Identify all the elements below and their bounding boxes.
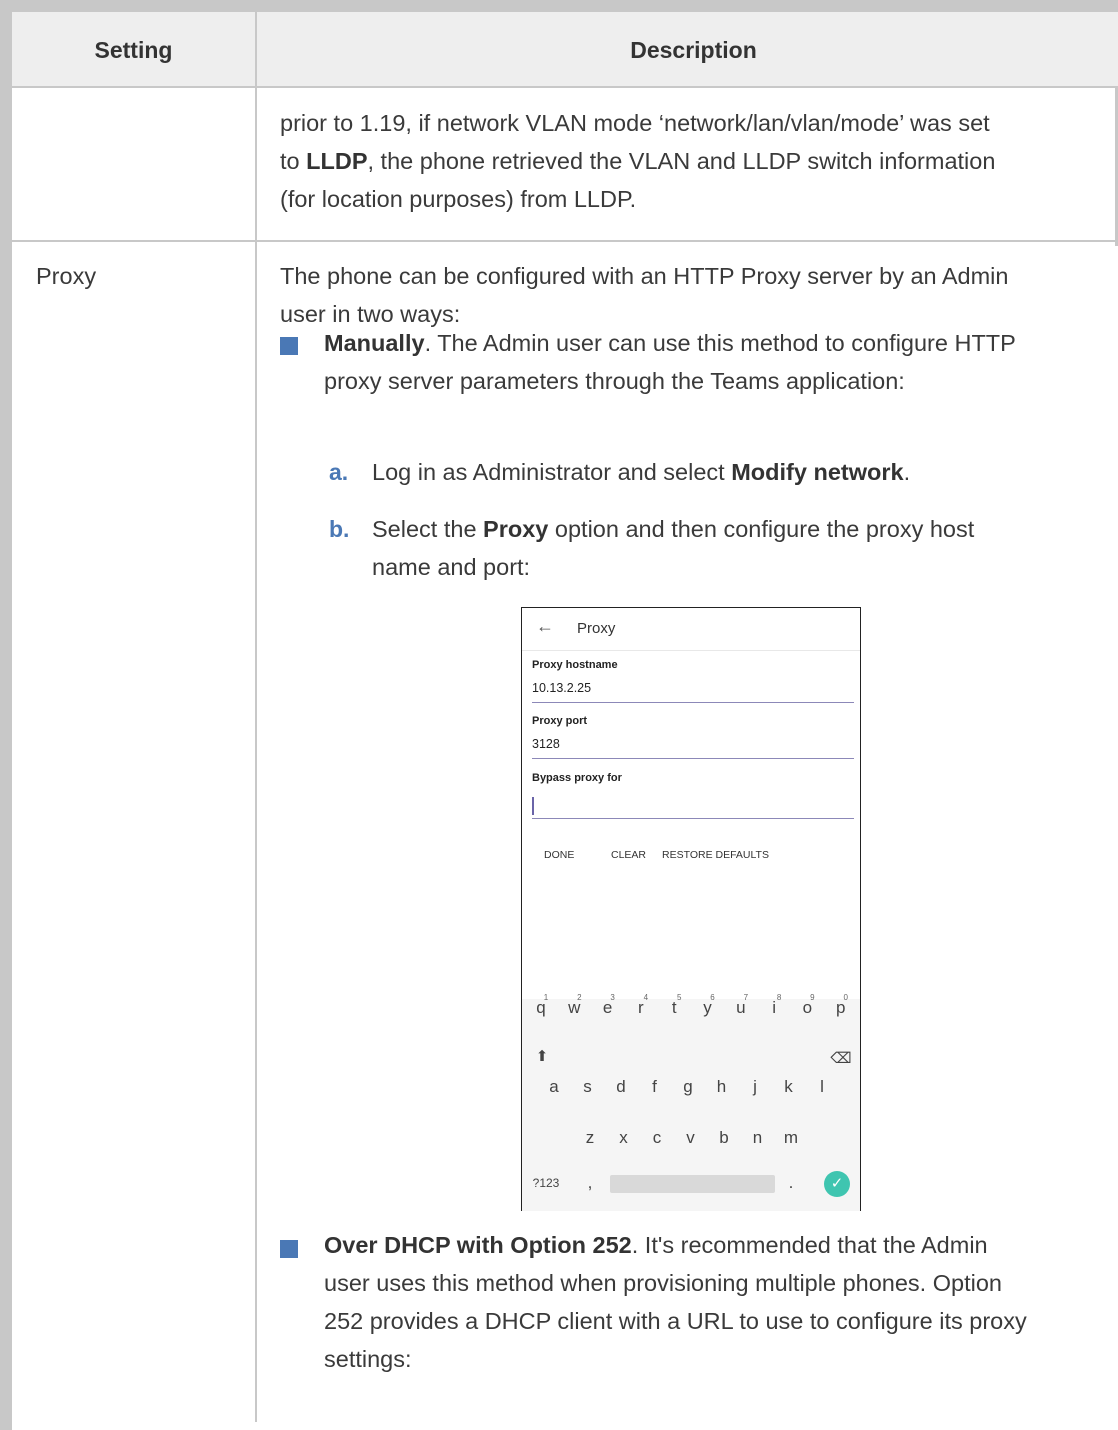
back-arrow-icon[interactable]: ← [536,616,554,637]
bullet-dhcp-line3: 252 provides a DHCP client with a URL to… [324,1308,1027,1334]
row1-line2: to LLDP, the phone retrieved the VLAN an… [280,148,996,174]
bullet-manually-line2: proxy server parameters through the Team… [324,368,905,394]
step-b-letter: b. [329,516,350,542]
key-k[interactable]: k [774,1077,804,1097]
key-z[interactable]: z [575,1128,605,1148]
key-d[interactable]: d [606,1077,636,1097]
phone-title: Proxy [577,620,616,637]
text-cursor [532,797,534,815]
bullet-dhcp-line2: user uses this method when provisioning … [324,1270,1002,1296]
key-number-hint: 5 [676,993,682,1002]
row-divider [12,240,1118,242]
key-x[interactable]: x [609,1128,639,1148]
hostname-underline [532,702,854,703]
header-description: Description [630,37,757,63]
key-n[interactable]: n [743,1128,773,1148]
bullet-manually-line1: Manually. The Admin user can use this me… [324,330,1016,356]
key-number-hint: 2 [577,993,582,1002]
step-a-letter: a. [329,459,349,485]
key-number-hint: 9 [810,993,815,1002]
row1-line3: (for location purposes) from LLDP. [280,186,637,212]
symbols-key[interactable]: ?123 [528,1176,564,1190]
header-setting: Setting [94,37,173,63]
space-key[interactable] [610,1175,775,1193]
key-l[interactable]: l [807,1077,837,1097]
key-number-hint: 3 [610,993,615,1002]
bullet-square-icon [280,1240,298,1258]
phone-top-bar: ← Proxy [522,608,860,651]
key-a[interactable]: a [539,1077,569,1097]
port-input[interactable]: 3128 [532,737,560,751]
step-b-line1: Select the Proxy option and then configu… [372,516,975,542]
table-header: Setting Description [12,12,1118,88]
key-s[interactable]: s [573,1077,603,1097]
period-key[interactable]: . [776,1173,806,1193]
onscreen-keyboard: q1w2e3r4t5y6u7i8o9p0 asdfghjkl zxcvbnm ⬆… [522,993,860,1211]
key-number-hint: 1 [543,993,549,1002]
shift-key-icon[interactable]: ⬆ [527,1047,557,1065]
key-c[interactable]: c [642,1128,672,1148]
port-underline [532,758,854,759]
comma-key[interactable]: , [575,1173,605,1193]
key-j[interactable]: j [740,1077,770,1097]
port-label: Proxy port [532,715,588,727]
proxy-intro-line1: The phone can be configured with an HTTP… [280,263,1009,289]
done-button[interactable]: DONE [544,849,574,861]
clear-button[interactable]: CLEAR [611,849,646,861]
bypass-label: Bypass proxy for [532,772,622,784]
hostname-input[interactable]: 10.13.2.25 [532,681,591,695]
column-divider [255,12,257,1422]
restore-defaults-button[interactable]: RESTORE DEFAULTS [662,849,769,861]
lldp-bold: LLDP [306,148,368,174]
proxy-settings-screenshot: ← Proxy Proxy hostname 10.13.2.25 Proxy … [521,607,861,1211]
bullet-dhcp-line4: settings: [324,1346,412,1372]
row1-line1: prior to 1.19, if network VLAN mode ‘net… [280,110,990,136]
key-number-hint: 0 [843,993,848,1002]
bullet-square-icon [280,337,298,355]
key-v[interactable]: v [676,1128,706,1148]
bullet-dhcp-line1: Over DHCP with Option 252. It's recommen… [324,1232,988,1258]
backspace-key-icon[interactable]: ⌫ [826,1049,856,1067]
key-b[interactable]: b [709,1128,739,1148]
bypass-underline [532,818,854,819]
key-number-hint: 7 [743,993,749,1002]
confirm-check-icon[interactable]: ✓ [824,1171,850,1197]
key-number-hint: 8 [776,993,782,1002]
key-number-hint: 6 [710,993,715,1002]
key-m[interactable]: m [776,1128,806,1148]
key-g[interactable]: g [673,1077,703,1097]
step-a-text: Log in as Administrator and select Modif… [372,459,911,485]
hostname-label: Proxy hostname [532,659,618,671]
key-h[interactable]: h [707,1077,737,1097]
step-b-line2: name and port: [372,554,531,580]
setting-proxy: Proxy [36,263,97,289]
key-number-hint: 4 [643,993,649,1002]
key-f[interactable]: f [640,1077,670,1097]
